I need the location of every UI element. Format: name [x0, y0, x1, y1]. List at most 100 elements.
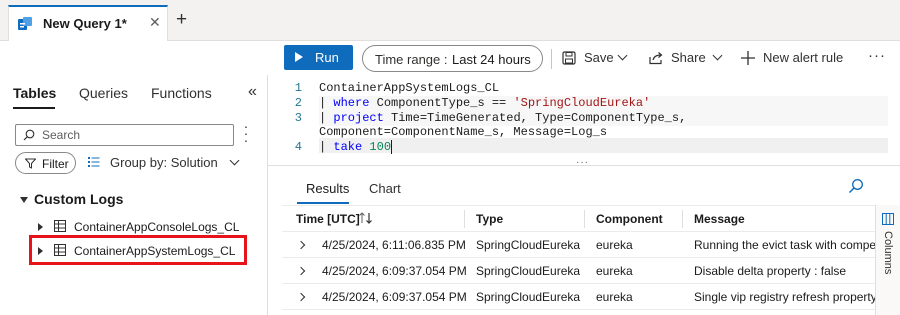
current-line-highlight — [319, 138, 888, 153]
table-row[interactable]: 4/25/2024, 6:09:37.054 PM SpringCloudEur… — [282, 258, 875, 284]
column-header-message[interactable]: Message — [694, 212, 745, 226]
table-item-console-logs[interactable]: ContainerAppConsoleLogs_CL — [30, 217, 248, 237]
query-tab[interactable]: New Query 1* ✕ — [8, 5, 168, 41]
filter-label: Filter — [42, 157, 69, 171]
share-icon — [649, 52, 663, 65]
plus-icon — [741, 51, 755, 65]
run-label: Run — [315, 50, 339, 65]
save-icon — [562, 51, 576, 65]
share-button[interactable]: Share — [648, 49, 728, 69]
tab-functions[interactable]: Functions — [151, 85, 212, 101]
results-table-header: Time [UTC] Type Component Message — [282, 205, 875, 232]
line-number: 3 — [294, 111, 302, 125]
time-range-value: Last 24 hours — [452, 52, 531, 67]
save-label: Save — [584, 50, 614, 65]
filter-button[interactable]: Filter — [15, 152, 76, 174]
columns-side-panel[interactable]: Columns — [875, 205, 900, 315]
filter-icon — [25, 158, 36, 169]
close-tab-icon[interactable]: ✕ — [149, 14, 161, 31]
query-tab-title: New Query 1* — [43, 16, 127, 31]
tab-chart[interactable]: Chart — [369, 181, 401, 196]
chevron-right-icon[interactable] — [296, 240, 306, 250]
code-keyword: take — [333, 140, 363, 154]
code-line-1: ContainerAppSystemLogs_CL — [319, 81, 499, 95]
run-button[interactable]: Run — [284, 45, 353, 70]
code-number: 100 — [369, 140, 392, 154]
table-row[interactable]: 4/25/2024, 6:11:06.835 PM SpringCloudEur… — [282, 232, 875, 258]
code-table: ContainerAppSystemLogs_CL — [319, 81, 500, 95]
text-cursor — [391, 140, 393, 154]
more-icon[interactable]: ··· — [868, 47, 886, 64]
columns-icon — [882, 213, 894, 225]
cell-component: eureka — [596, 290, 633, 304]
code-text: ComponentType_s == — [369, 96, 514, 110]
column-header-type[interactable]: Type — [476, 212, 503, 226]
code-pipe: | — [319, 140, 334, 154]
active-tab-indicator — [13, 107, 55, 109]
new-alert-rule-button[interactable]: New alert rule — [740, 49, 852, 69]
expand-triangle-icon[interactable] — [20, 197, 28, 203]
column-divider[interactable] — [584, 210, 585, 228]
table-icon — [54, 220, 66, 232]
line-number: 4 — [294, 140, 302, 154]
sort-icon[interactable] — [358, 212, 374, 224]
line-number: 2 — [294, 96, 302, 110]
custom-logs-section: Custom Logs — [34, 191, 124, 207]
code-pipe: | — [319, 111, 334, 125]
more-options-icon[interactable]: · · · — [243, 119, 249, 147]
cell-time: 4/25/2024, 6:11:06.835 PM — [322, 238, 466, 252]
splitter-handle-icon[interactable]: ··· — [576, 157, 589, 168]
cell-time: 4/25/2024, 6:09:37.054 PM — [322, 290, 467, 304]
line-number: 1 — [294, 81, 302, 95]
group-by-dropdown[interactable]: Group by: Solution — [88, 155, 248, 173]
play-icon — [295, 52, 303, 62]
search-icon — [23, 129, 35, 141]
code-line-2: | where ComponentType_s == 'SpringCloudE… — [319, 96, 650, 110]
columns-label: Columns — [882, 231, 894, 275]
chevron-down-icon — [229, 155, 240, 166]
cell-message: Disable delta property : false — [694, 264, 847, 278]
schema-panel: Tables Queries Functions « ··· Filter Gr… — [0, 75, 268, 315]
chevron-down-icon — [712, 50, 723, 61]
search-input[interactable] — [42, 127, 227, 143]
query-editor[interactable]: 1 2 3 4 ContainerAppSystemLogs_CL | wher… — [268, 75, 900, 163]
time-range-picker[interactable]: Time range : Last 24 hours — [362, 45, 543, 72]
toolbar-divider — [551, 49, 552, 69]
code-text: Component=ComponentName_s, Message=Log_s — [319, 125, 608, 139]
column-header-time[interactable]: Time [UTC] — [296, 212, 360, 226]
cell-type: SpringCloudEureka — [476, 264, 581, 278]
table-search-box — [15, 124, 234, 146]
tab-queries[interactable]: Queries — [79, 85, 128, 101]
cell-type: SpringCloudEureka — [476, 238, 581, 252]
collapse-panel-icon[interactable]: « — [248, 83, 257, 101]
new-tab-button[interactable]: + — [176, 10, 187, 29]
group-by-label: Group by: Solution — [110, 155, 218, 170]
share-label: Share — [671, 50, 706, 65]
chevron-right-icon[interactable] — [296, 266, 306, 276]
column-divider[interactable] — [464, 210, 465, 228]
query-toolbar: Run Time range : Last 24 hours Save Shar… — [268, 41, 900, 75]
cell-component: eureka — [596, 264, 633, 278]
search-icon[interactable] — [848, 178, 864, 194]
table-item-label: ContainerAppConsoleLogs_CL — [74, 220, 240, 234]
chevron-right-icon[interactable] — [296, 292, 306, 302]
new-alert-rule-label: New alert rule — [763, 50, 844, 65]
cell-message: Single vip registry refresh property : n — [694, 290, 875, 304]
cell-message: Running the evict task with compensa — [694, 238, 875, 252]
cell-time: 4/25/2024, 6:09:37.054 PM — [322, 264, 467, 278]
table-row[interactable]: 4/25/2024, 6:09:37.054 PM SpringCloudEur… — [282, 284, 875, 310]
cell-type: SpringCloudEureka — [476, 290, 581, 304]
results-tab-indicator — [297, 202, 349, 204]
code-keyword: project — [333, 111, 384, 125]
code-pipe: | — [319, 96, 334, 110]
column-header-component[interactable]: Component — [596, 212, 663, 226]
expand-triangle-icon[interactable] — [38, 223, 43, 231]
code-line-3: | project Time=TimeGenerated, Type=Compo… — [319, 111, 686, 125]
tab-results[interactable]: Results — [306, 181, 349, 196]
highlight-annotation — [29, 235, 247, 265]
list-icon — [88, 157, 100, 167]
tab-tables[interactable]: Tables — [13, 85, 56, 101]
chevron-down-icon — [617, 50, 628, 61]
column-divider[interactable] — [682, 210, 683, 228]
save-button[interactable]: Save — [562, 49, 632, 69]
